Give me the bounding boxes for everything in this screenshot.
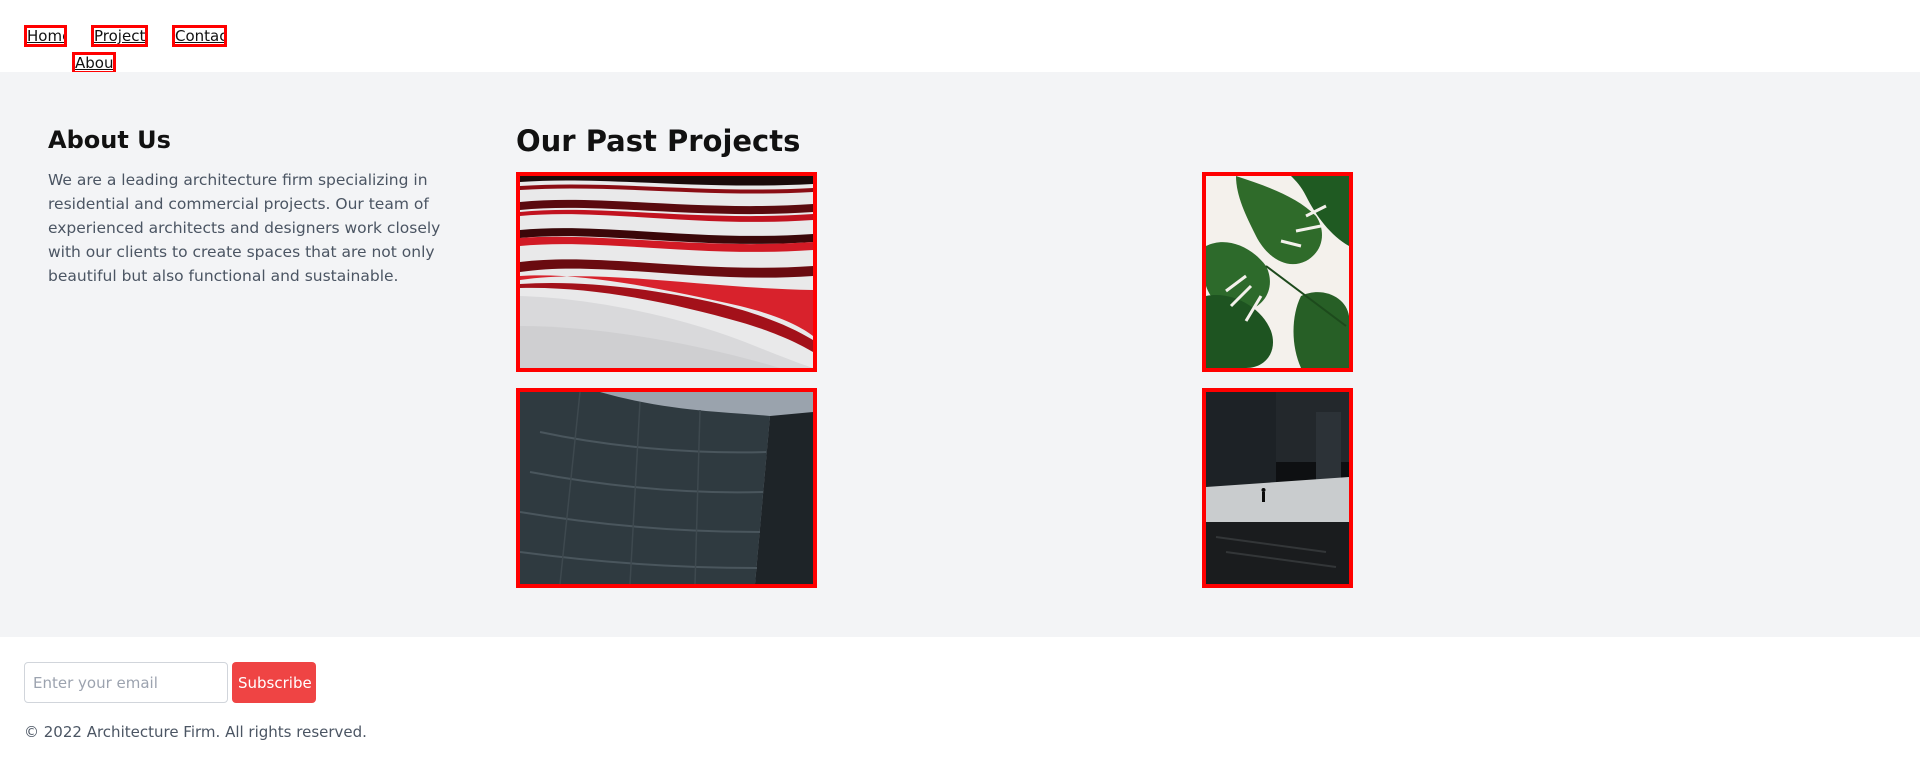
about-title: About Us [48,126,171,154]
about-section: About Us We are a leading architecture f… [48,124,478,288]
email-input[interactable] [24,662,228,703]
project-image-skyscraper[interactable] [516,388,817,588]
dark-plaza-image [1206,392,1349,584]
nav-link-about[interactable]: About [72,52,116,74]
main-content: About Us We are a leading architecture f… [0,72,1920,637]
project-image-dark-plaza[interactable] [1202,388,1353,588]
top-nav: Home About Projects Contact [0,0,1920,74]
projects-title: Our Past Projects [516,124,801,158]
project-image-monstera[interactable] [1202,172,1353,372]
subscribe-button[interactable]: Subscribe [232,662,316,703]
footer: Subscribe © 2022 Architecture Firm. All … [0,637,1920,766]
red-facade-image [520,176,813,368]
monstera-image [1206,176,1349,368]
copyright-text: © 2022 Architecture Firm. All rights res… [24,723,367,741]
project-image-red-facade[interactable] [516,172,817,372]
nav-link-contact[interactable]: Contact [172,25,227,47]
nav-link-projects[interactable]: Projects [91,25,148,47]
about-text: We are a leading architecture firm speci… [48,171,441,285]
skyscraper-image [520,392,813,584]
nav-link-home[interactable]: Home [24,25,67,47]
